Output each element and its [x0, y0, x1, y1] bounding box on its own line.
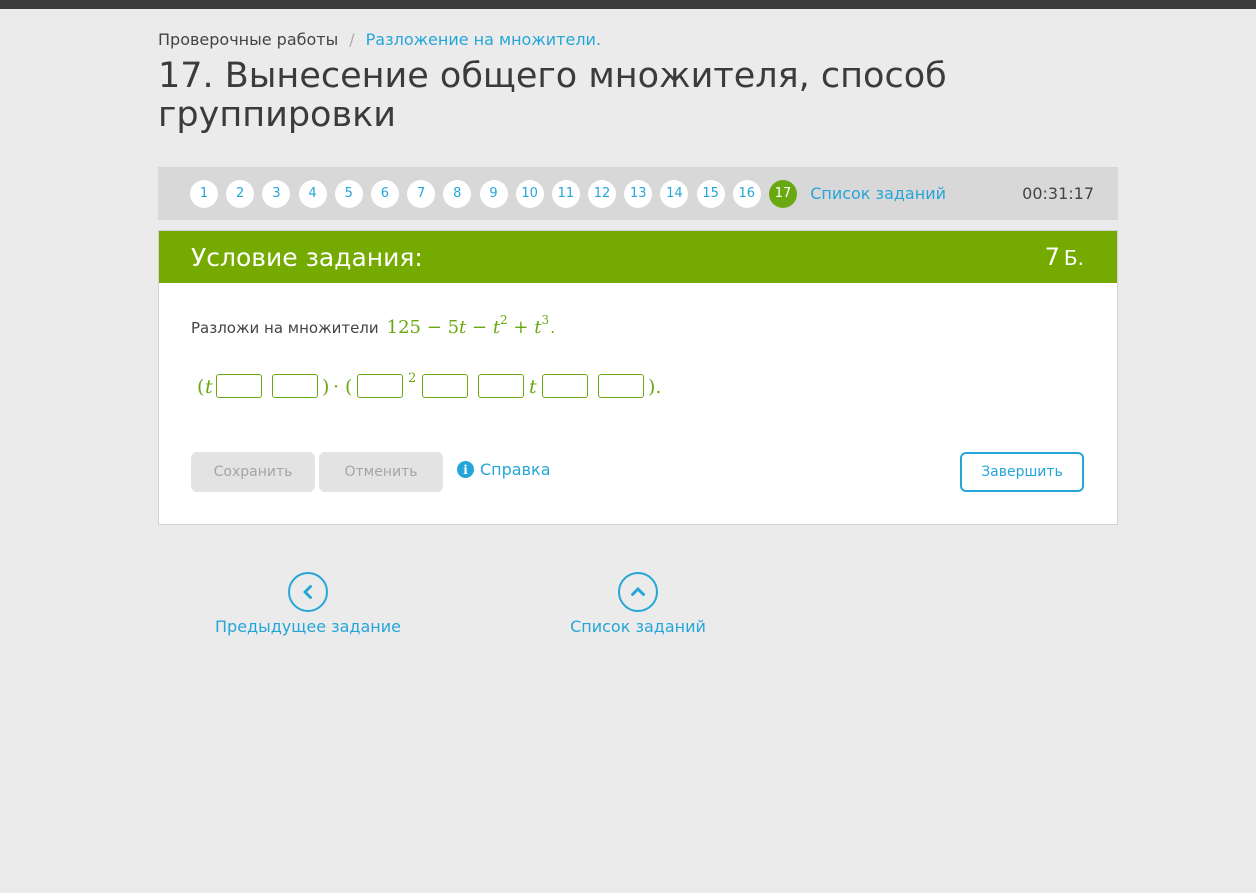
task-list-label: Список заданий	[570, 617, 706, 636]
points-unit: Б.	[1063, 246, 1084, 270]
math-number-5: 5	[447, 317, 460, 338]
task-number-list: 1 2 3 4 5 6 7 8 9 10 11 12 13 14 15 16 1…	[190, 179, 805, 208]
breadcrumb-separator: /	[349, 30, 355, 49]
task-number-11[interactable]: 11	[551, 179, 580, 208]
answer-multiply-dot: ·	[333, 376, 340, 398]
question-expression: 125 − 5t − t2 + t3	[386, 313, 550, 338]
task-number-13[interactable]: 13	[624, 179, 653, 208]
math-var-t: t	[492, 317, 501, 338]
math-exponent: 2	[500, 313, 508, 327]
previous-task-nav[interactable]: Предыдущее задание	[215, 572, 401, 636]
task-number-2[interactable]: 2	[226, 179, 255, 208]
task-number-15[interactable]: 15	[696, 179, 725, 208]
top-bar	[0, 0, 1256, 9]
math-exponent: 3	[541, 313, 550, 327]
answer-close-paren-period: ).	[648, 376, 662, 398]
chevron-left-circle-icon	[288, 572, 328, 612]
help-label: Справка	[480, 460, 551, 479]
math-plus: +	[513, 317, 529, 338]
math-minus: −	[426, 317, 442, 338]
task-card: Условие задания: 7 Б. Разложи на множител…	[158, 230, 1118, 525]
task-number-4[interactable]: 4	[298, 179, 327, 208]
task-number-6[interactable]: 6	[370, 179, 399, 208]
finish-button[interactable]: Завершить	[960, 452, 1084, 492]
card-header: Условие задания: 7 Б.	[159, 231, 1117, 283]
task-number-16[interactable]: 16	[732, 179, 761, 208]
card-title: Условие задания:	[191, 242, 423, 272]
answer-var-t: t	[529, 376, 537, 398]
task-number-5[interactable]: 5	[334, 179, 363, 208]
breadcrumb: Проверочные работы / Разложение на множи…	[158, 30, 601, 49]
task-navigation-bar: 1 2 3 4 5 6 7 8 9 10 11 12 13 14 15 16 1…	[158, 167, 1118, 220]
task-number-3[interactable]: 3	[262, 179, 291, 208]
answer-input-1[interactable]	[216, 374, 262, 398]
question-period: .	[550, 318, 556, 337]
answer-input-7[interactable]	[598, 374, 644, 398]
answer-exponent-2: 2	[408, 371, 417, 386]
task-number-17-current[interactable]: 17	[769, 179, 797, 208]
question-statement: Разложи на множители 125 − 5t − t2 + t3 …	[191, 313, 556, 338]
cancel-button[interactable]: Отменить	[319, 452, 443, 492]
answer-open-paren: (	[197, 376, 205, 398]
answer-row: ( t ) · ( 2 t ).	[197, 371, 757, 402]
math-minus: −	[471, 317, 488, 338]
answer-close-paren: )	[322, 376, 330, 398]
answer-var-t: t	[205, 376, 213, 398]
page-title: 17. Вынесение общего множителя, способ г…	[158, 56, 947, 135]
chevron-up-circle-icon	[618, 572, 658, 612]
info-circle-icon: i	[457, 461, 474, 478]
answer-input-3[interactable]	[357, 374, 403, 398]
answer-input-4[interactable]	[422, 374, 468, 398]
math-number-125: 125	[386, 317, 421, 338]
answer-input-5[interactable]	[478, 374, 524, 398]
points-badge: 7 Б.	[1045, 243, 1084, 271]
math-var-t: t	[459, 317, 467, 338]
save-button[interactable]: Сохранить	[191, 452, 315, 492]
task-number-10[interactable]: 10	[515, 179, 544, 208]
answer-open-paren: (	[345, 376, 353, 398]
breadcrumb-item-factoring[interactable]: Разложение на множители.	[366, 30, 601, 49]
task-number-14[interactable]: 14	[660, 179, 689, 208]
answer-input-2[interactable]	[272, 374, 318, 398]
task-list-link[interactable]: Список заданий	[810, 184, 946, 203]
answer-input-6[interactable]	[542, 374, 588, 398]
task-number-9[interactable]: 9	[479, 179, 508, 208]
task-number-1[interactable]: 1	[190, 179, 218, 208]
question-text: Разложи на множители	[191, 319, 379, 337]
task-number-8[interactable]: 8	[443, 179, 472, 208]
timer: 00:31:17	[1022, 184, 1094, 203]
points-value: 7	[1044, 243, 1060, 271]
breadcrumb-item-checks: Проверочные работы	[158, 30, 339, 49]
task-number-7[interactable]: 7	[407, 179, 436, 208]
previous-task-label: Предыдущее задание	[215, 617, 401, 636]
task-list-nav[interactable]: Список заданий	[570, 572, 706, 636]
help-link[interactable]: i Справка	[457, 460, 551, 479]
task-number-12[interactable]: 12	[588, 179, 617, 208]
